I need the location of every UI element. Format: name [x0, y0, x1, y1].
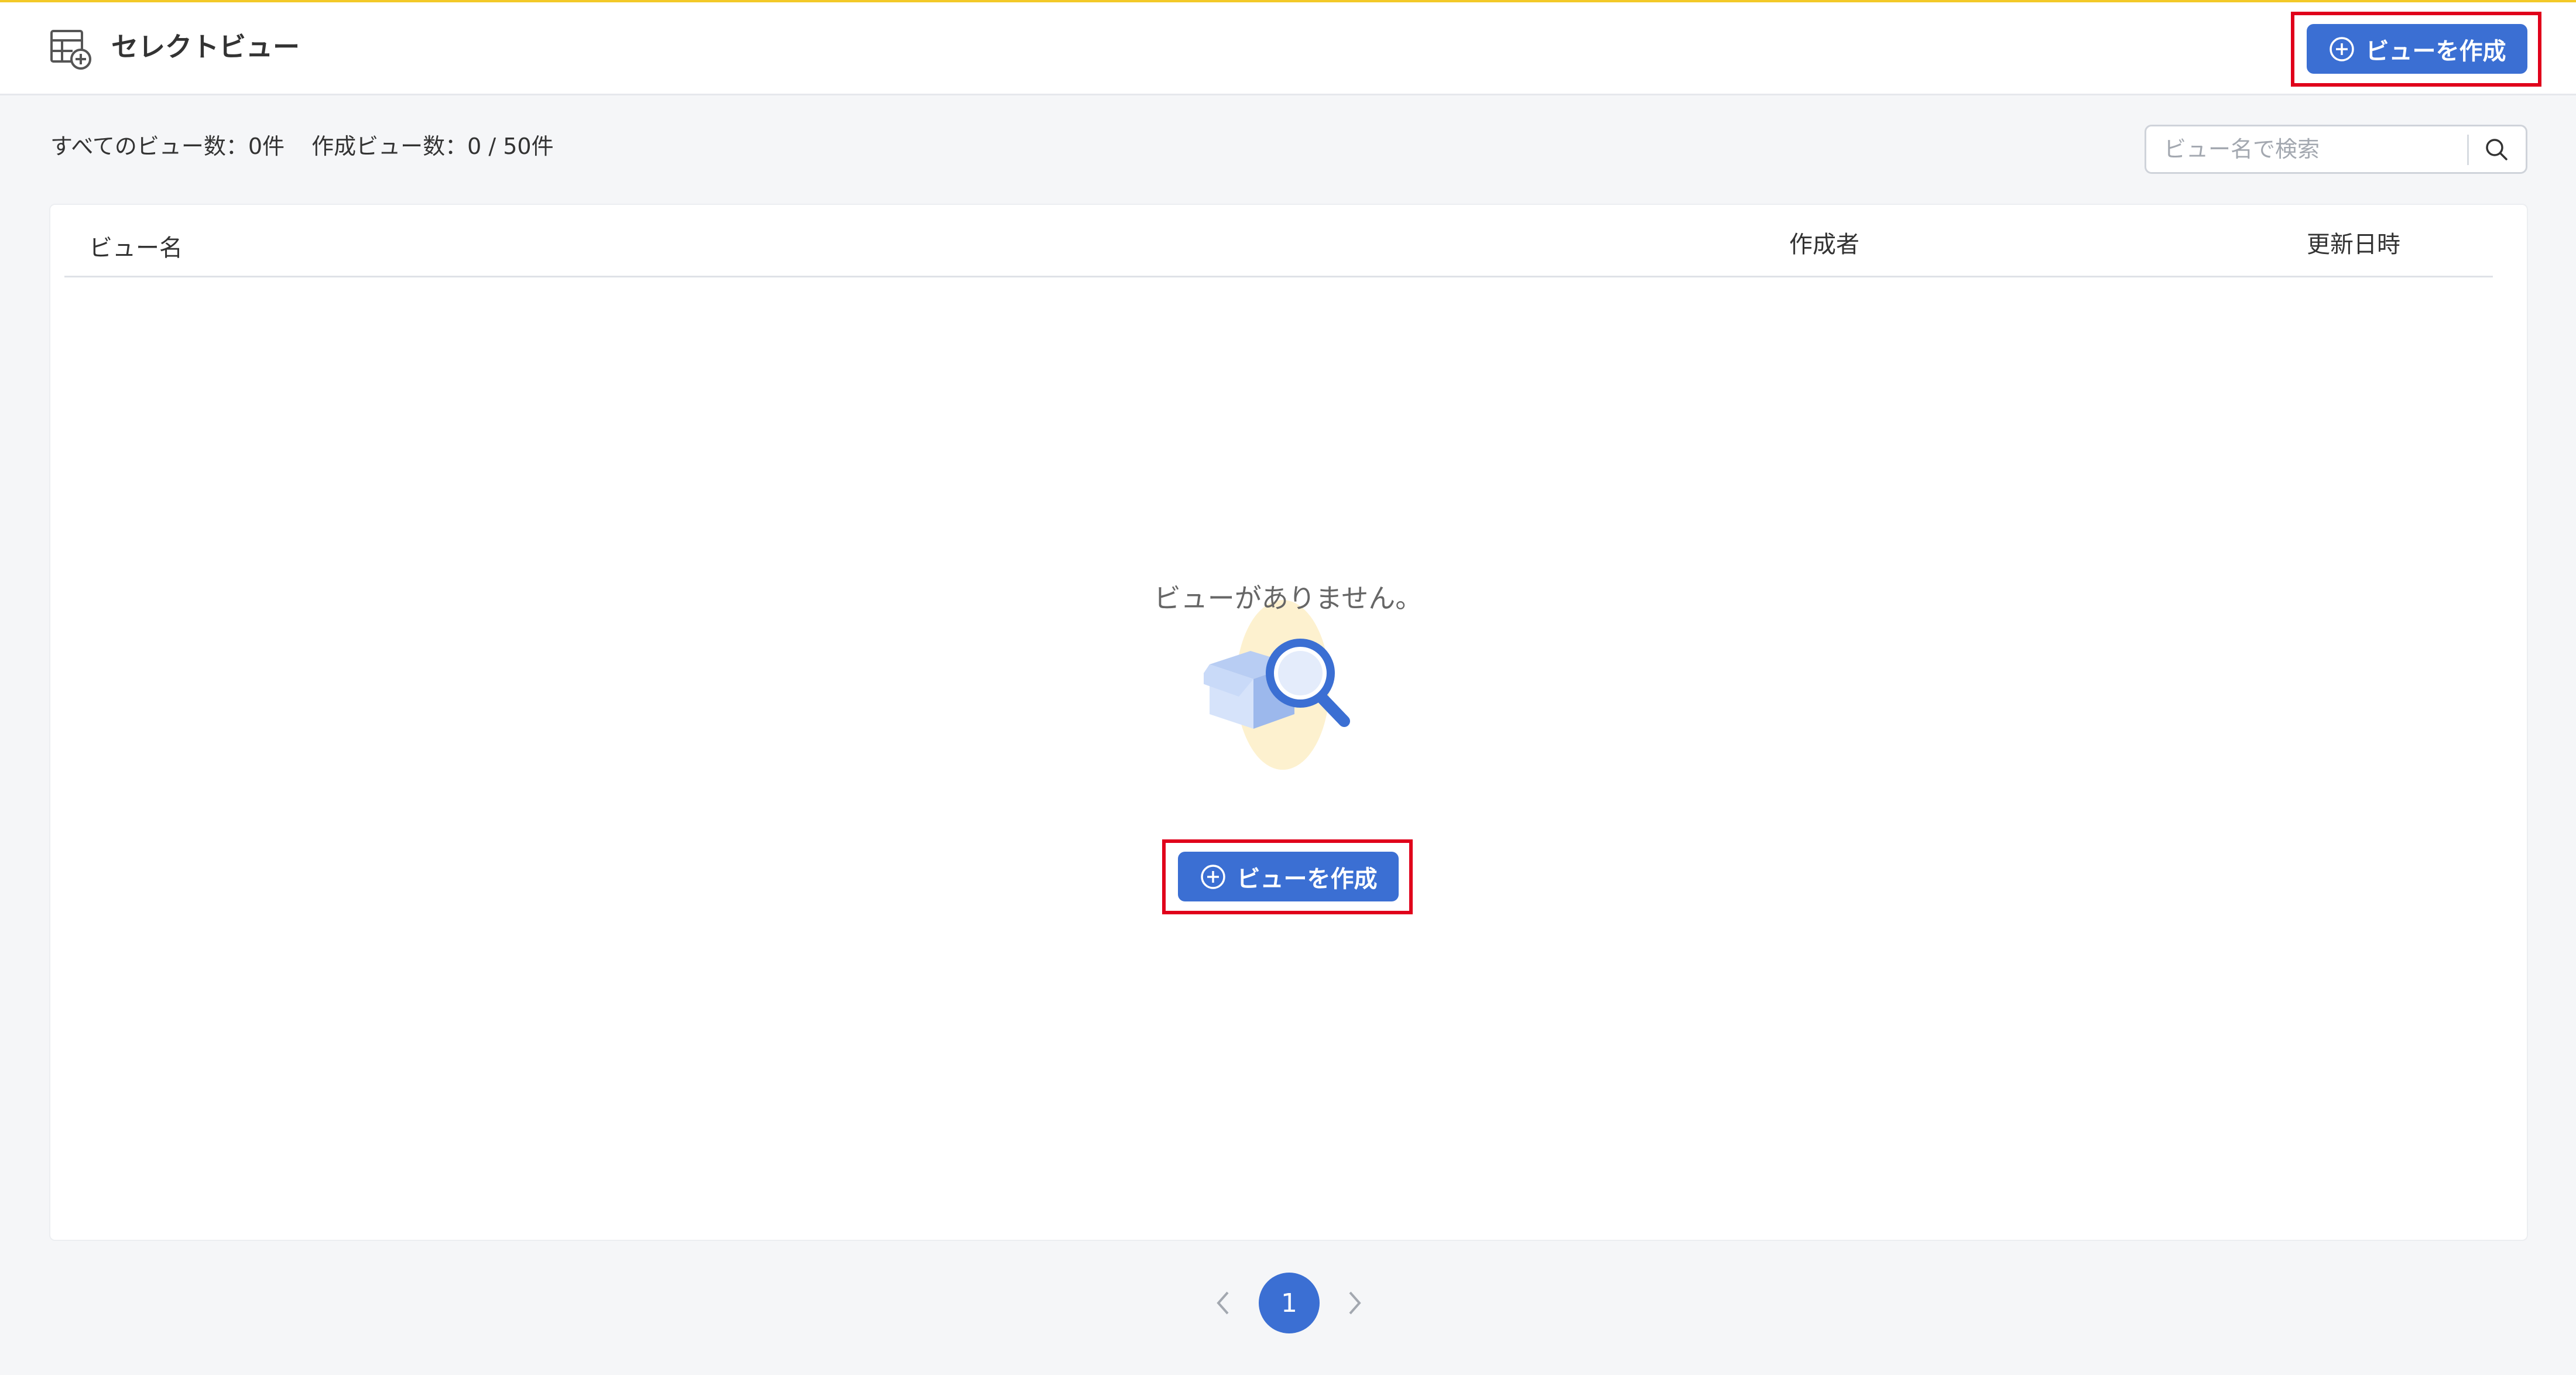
empty-state-message: ビューがありません。	[1153, 582, 1423, 614]
page-title: セレクトビュー	[111, 31, 300, 63]
create-view-button-label: ビューを作成	[2365, 37, 2506, 65]
search-input[interactable]	[2146, 126, 2468, 172]
column-header-view-name[interactable]: ビュー名	[89, 232, 183, 265]
pagination-page-current[interactable]: 1	[1259, 1273, 1320, 1333]
empty-box-search-icon	[1204, 600, 1350, 770]
column-header-author[interactable]: 作成者	[1789, 228, 1859, 261]
pagination-next-button[interactable]	[1340, 1285, 1369, 1321]
view-search	[2145, 125, 2527, 174]
select-view-page: セレクトビュー ビューを作成 すべてのビュー数：0件 作成ビュー数：0 / 50…	[0, 0, 2576, 1375]
plus-circle-icon	[1200, 864, 1225, 889]
create-view-button-header[interactable]: ビューを作成	[2307, 24, 2527, 74]
pagination-prev-button[interactable]	[1209, 1285, 1238, 1321]
page-header: セレクトビュー ビューを作成	[0, 0, 2576, 95]
chevron-left-icon	[1217, 1291, 1229, 1315]
search-divider	[2467, 135, 2469, 165]
table-header: ビュー名 作成者 更新日時	[64, 205, 2493, 277]
created-view-count: 作成ビュー数：0 / 50件	[311, 133, 554, 159]
table-add-icon	[50, 30, 91, 70]
view-count-summary: すべてのビュー数：0件 作成ビュー数：0 / 50件	[50, 131, 554, 162]
search-button[interactable]	[2474, 132, 2519, 166]
all-view-count: すべてのビュー数：0件	[50, 133, 285, 159]
view-list-card: ビュー名 作成者 更新日時	[49, 204, 2528, 1241]
create-view-button-empty-state[interactable]: ビューを作成	[1178, 852, 1399, 901]
column-header-updated-at[interactable]: 更新日時	[2307, 228, 2400, 261]
search-icon	[2486, 139, 2508, 160]
chevron-right-icon	[1349, 1291, 1361, 1315]
create-view-button-label: ビューを作成	[1236, 865, 1378, 893]
plus-circle-icon	[2329, 36, 2354, 61]
